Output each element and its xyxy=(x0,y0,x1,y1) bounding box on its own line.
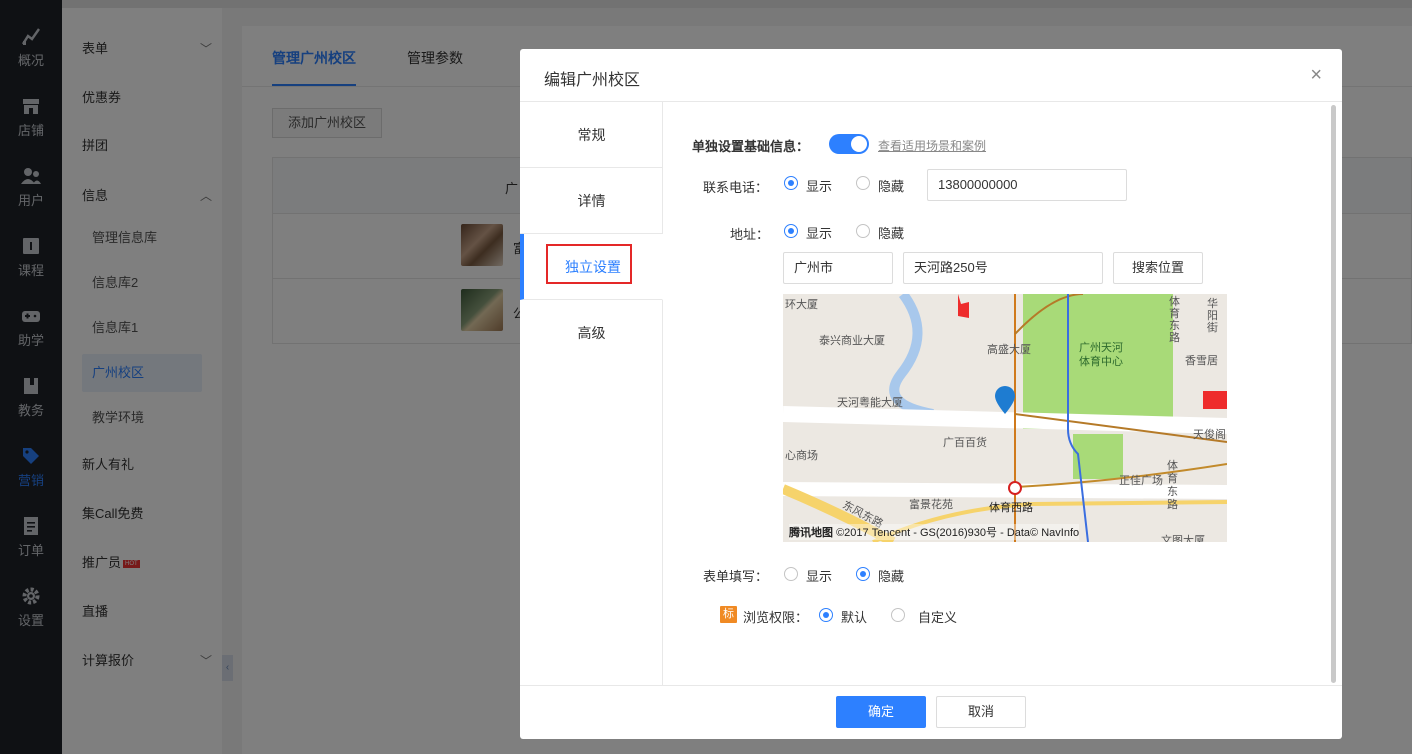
map-logo: 腾讯地图 xyxy=(789,527,833,539)
map-label: 富景花苑 xyxy=(909,499,953,511)
map-copyright: ©2017 Tencent - GS(2016)930号 - Data© Nav… xyxy=(836,527,1080,539)
map-label: 泰兴商业大厦 xyxy=(819,335,885,347)
address-hide-radio[interactable] xyxy=(856,224,870,238)
map-attribution: 腾讯地图 ©2017 Tencent - GS(2016)930号 - Data… xyxy=(789,524,1080,540)
dialog-tab-advanced[interactable]: 高级 xyxy=(520,300,663,366)
browse-default-radio[interactable] xyxy=(819,608,833,622)
dialog-nav: 常规 详情 独立设置 高级 xyxy=(520,102,663,685)
radio-label: 显示 xyxy=(806,226,833,241)
dialog-title: 编辑广州校区 xyxy=(544,72,641,89)
map-label: 广百百货 xyxy=(943,437,987,449)
form-fill-label: 表单填写： xyxy=(703,569,769,584)
highlight-box xyxy=(546,244,632,284)
street-input[interactable]: 天河路250号 xyxy=(903,252,1103,284)
map-label: 体育西路 xyxy=(989,502,1033,514)
phone-show-radio[interactable] xyxy=(784,176,798,190)
usage-case-link[interactable]: 查看适用场景和案例 xyxy=(878,137,986,154)
map-label: 文图大厦 xyxy=(1161,535,1205,542)
basic-info-label: 单独设置基础信息： xyxy=(692,139,810,154)
map-label: 体育中心 xyxy=(1079,356,1123,368)
map-label: 香雪居 xyxy=(1185,355,1218,367)
browse-custom-radio[interactable] xyxy=(891,608,905,622)
map-label: 体育东路 xyxy=(1169,296,1180,344)
edit-campus-dialog: 编辑广州校区 × 常规 详情 独立设置 高级 单独设置基础信息： 查看适用场景和… xyxy=(520,49,1342,739)
city-input[interactable]: 广州市 xyxy=(783,252,893,284)
address-label: 地址： xyxy=(730,227,770,242)
divider xyxy=(520,685,1342,686)
map-label: 环大厦 xyxy=(785,299,818,311)
phone-input[interactable]: 13800000000 xyxy=(927,169,1127,201)
form-fill-show-radio[interactable] xyxy=(784,567,798,581)
map-label: 体育东路 xyxy=(1167,460,1178,511)
dialog-tab-details[interactable]: 详情 xyxy=(520,168,663,234)
radio-label: 隐藏 xyxy=(878,569,905,584)
map-label: 华阳街 xyxy=(1207,298,1218,334)
radio-label: 隐藏 xyxy=(878,226,905,241)
confirm-button[interactable]: 确定 xyxy=(836,696,926,728)
tag-badge-icon: 标 xyxy=(720,606,737,623)
search-location-button[interactable]: 搜索位置 xyxy=(1113,252,1203,284)
cancel-button[interactable]: 取消 xyxy=(936,696,1026,728)
radio-label: 显示 xyxy=(806,569,833,584)
basic-info-toggle[interactable] xyxy=(829,134,869,154)
close-icon[interactable]: × xyxy=(1310,63,1322,87)
radio-label: 自定义 xyxy=(918,610,958,625)
address-show-radio[interactable] xyxy=(784,224,798,238)
phone-hide-radio[interactable] xyxy=(856,176,870,190)
map-label: 天河粤能大厦 xyxy=(837,397,903,409)
dialog-tab-independent[interactable]: 独立设置 xyxy=(520,234,663,300)
radio-label: 显示 xyxy=(806,179,833,194)
browse-permission-label: 浏览权限： xyxy=(743,610,809,625)
form-fill-hide-radio[interactable] xyxy=(856,567,870,581)
map-label: 天俊阁 xyxy=(1193,429,1226,441)
radio-label: 默认 xyxy=(841,610,868,625)
dialog-tab-general[interactable]: 常规 xyxy=(520,102,663,168)
dialog-scrollbar[interactable] xyxy=(1331,105,1336,683)
phone-label: 联系电话： xyxy=(703,180,769,195)
radio-label: 隐藏 xyxy=(878,179,905,194)
map-label: 心商场 xyxy=(785,450,818,462)
map-label: 正佳广场 xyxy=(1119,475,1163,487)
location-map[interactable]: 环大厦 泰兴商业大厦 高盛大厦 广州天河 体育中心 天河粤能大厦 广百百货 心商… xyxy=(783,294,1227,542)
map-label: 高盛大厦 xyxy=(987,344,1031,356)
